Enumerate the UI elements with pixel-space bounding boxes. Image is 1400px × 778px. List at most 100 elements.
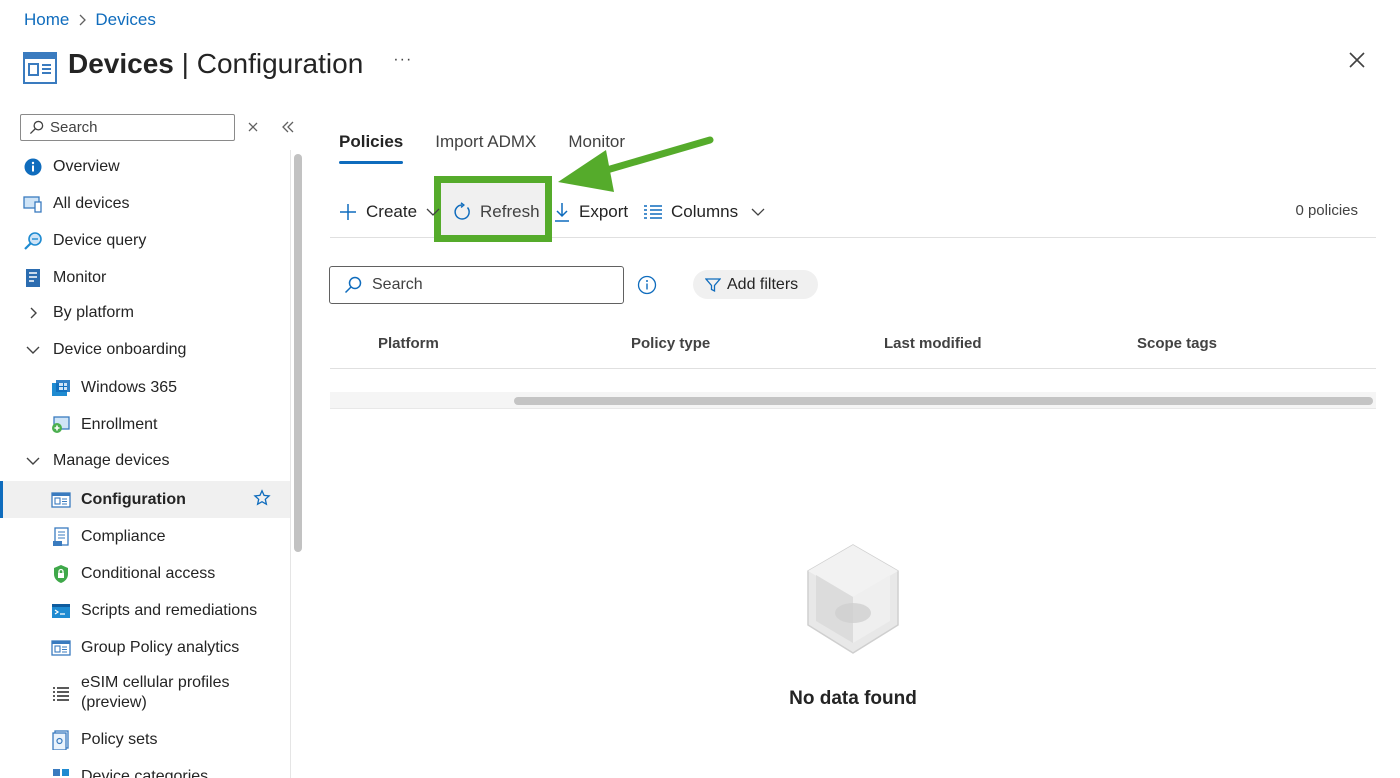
policy-search-placeholder: Search: [372, 276, 423, 293]
add-filters-label: Add filters: [727, 275, 799, 293]
annotation-arrow-icon: [558, 136, 714, 192]
export-button[interactable]: Export: [553, 192, 628, 232]
tab-import-admx[interactable]: Import ADMX: [435, 132, 536, 164]
sidebar-item-policy-sets[interactable]: Policy sets: [0, 723, 290, 757]
sidebar-item-overview[interactable]: Overview: [0, 150, 290, 184]
compliance-icon: [51, 527, 71, 547]
configuration-icon: [51, 490, 71, 510]
star-icon[interactable]: [253, 489, 271, 507]
breadcrumb-devices-link[interactable]: Devices: [95, 10, 155, 30]
sidebar-item-label: By platform: [53, 304, 134, 321]
page-header: Devices | Configuration ···: [22, 42, 412, 86]
create-label: Create: [366, 202, 418, 221]
refresh-label: Refresh: [480, 202, 540, 221]
sidebar: Search Overview All devices Device query…: [0, 100, 306, 778]
sidebar-item-label: Device query: [53, 232, 147, 249]
search-icon: [29, 120, 44, 135]
sidebar-item-label: All devices: [53, 195, 130, 212]
chevron-down-icon: [23, 340, 43, 360]
info-icon[interactable]: [637, 275, 657, 295]
sidebar-item-label: Compliance: [81, 528, 166, 545]
list-icon: [51, 683, 71, 703]
create-button[interactable]: Create: [338, 192, 441, 232]
sidebar-item-label: Group Policy analytics: [81, 639, 240, 656]
categories-icon: [51, 767, 71, 778]
empty-box-icon: [807, 544, 899, 654]
sidebar-item-enrollment[interactable]: Enrollment: [0, 408, 290, 442]
tab-policies[interactable]: Policies: [339, 132, 404, 164]
command-bar: Create Refresh Export Columns 0 policies: [330, 176, 1376, 242]
columns-icon: [644, 205, 662, 219]
table-header: Platform Policy type Last modified Scope…: [330, 318, 1376, 369]
sidebar-item-label: Enrollment: [81, 416, 158, 433]
breadcrumb: Home Devices: [24, 10, 156, 30]
sidebar-search-input[interactable]: Search: [20, 114, 235, 141]
column-header-platform[interactable]: Platform: [378, 335, 439, 352]
group-policy-icon: [51, 638, 71, 658]
refresh-icon: [454, 202, 470, 220]
sidebar-item-device-onboarding[interactable]: Device onboarding: [0, 333, 290, 367]
sidebar-item-esim[interactable]: eSIM cellular profiles (preview): [0, 669, 290, 717]
info-icon: [23, 157, 43, 177]
close-icon[interactable]: [1347, 50, 1367, 70]
column-header-last-modified[interactable]: Last modified: [884, 335, 982, 352]
sidebar-scrollbar-thumb[interactable]: [294, 154, 302, 552]
table-scrollbar-thumb[interactable]: [514, 397, 1373, 405]
sidebar-item-label: Scripts and remediations: [81, 602, 258, 619]
sidebar-item-label: Policy sets: [81, 731, 158, 748]
monitor-icon: [23, 268, 43, 288]
sidebar-item-scripts[interactable]: Scripts and remediations: [0, 594, 290, 628]
devices-icon: [23, 194, 43, 214]
windows365-icon: [51, 378, 71, 398]
sidebar-item-all-devices[interactable]: All devices: [0, 187, 290, 221]
sidebar-item-label: Monitor: [53, 269, 107, 286]
sidebar-item-windows-365[interactable]: Windows 365: [0, 371, 290, 405]
add-filters-button[interactable]: Add filters: [693, 270, 818, 299]
breadcrumb-home-link[interactable]: Home: [24, 10, 69, 30]
sidebar-item-label: Conditional access: [81, 565, 216, 582]
columns-label: Columns: [671, 202, 739, 221]
sidebar-item-label: Overview: [53, 158, 120, 175]
sidebar-item-manage-devices[interactable]: Manage devices: [0, 444, 290, 478]
more-options-button[interactable]: ···: [393, 51, 412, 69]
policy-search-input[interactable]: Search: [329, 266, 624, 304]
query-icon: [23, 231, 43, 251]
sidebar-item-compliance[interactable]: Compliance: [0, 520, 290, 554]
table-horizontal-scrollbar[interactable]: [330, 392, 1376, 409]
download-icon: [555, 203, 569, 222]
chevron-right-icon: [23, 303, 43, 323]
sidebar-scrollbar[interactable]: [290, 150, 306, 778]
add-icon: [340, 204, 356, 220]
enrollment-icon: [51, 415, 71, 435]
filter-icon: [705, 277, 721, 292]
sidebar-item-device-query[interactable]: Device query: [0, 224, 290, 258]
sidebar-item-group-policy-analytics[interactable]: Group Policy analytics: [0, 631, 290, 665]
column-header-scope-tags[interactable]: Scope tags: [1137, 335, 1217, 352]
sidebar-item-device-categories[interactable]: Device categories: [0, 760, 290, 778]
policy-count: 0 policies: [1295, 202, 1358, 219]
clear-icon[interactable]: [246, 120, 260, 134]
sidebar-search-placeholder: Search: [50, 119, 98, 136]
columns-button[interactable]: Columns: [643, 192, 766, 232]
sidebar-item-label: eSIM cellular profiles (preview): [81, 674, 230, 711]
sidebar-item-by-platform[interactable]: By platform: [0, 296, 290, 330]
shield-icon: [51, 564, 71, 584]
sidebar-item-label: Configuration: [81, 490, 186, 508]
empty-state-message: No data found: [789, 688, 917, 709]
sidebar-item-label: Device categories: [81, 768, 209, 778]
sidebar-item-conditional-access[interactable]: Conditional access: [0, 557, 290, 591]
sidebar-item-label: Device onboarding: [53, 341, 187, 358]
refresh-button[interactable]: Refresh: [452, 192, 540, 232]
configuration-icon: [22, 50, 58, 86]
sidebar-item-monitor[interactable]: Monitor: [0, 261, 290, 295]
scripts-icon: [51, 601, 71, 621]
search-icon: [344, 276, 362, 294]
sidebar-item-configuration[interactable]: Configuration: [0, 481, 290, 518]
column-header-policy-type[interactable]: Policy type: [631, 335, 710, 352]
chevron-down-icon: [23, 451, 43, 471]
export-label: Export: [579, 202, 629, 221]
collapse-sidebar-icon[interactable]: [280, 119, 296, 135]
sidebar-item-label: Windows 365: [81, 379, 178, 396]
chevron-down-icon: [426, 208, 440, 216]
sidebar-item-label: Manage devices: [53, 452, 170, 469]
